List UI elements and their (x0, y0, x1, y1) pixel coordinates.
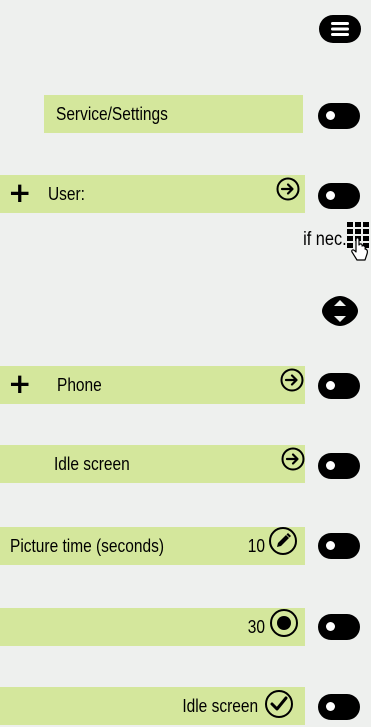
plus-icon: + (8, 176, 32, 209)
radio-selected-icon (269, 608, 299, 643)
idle-screen-softkey[interactable] (318, 453, 360, 479)
service-settings-label: Service/Settings (56, 103, 168, 124)
pencil-circle-icon (268, 526, 298, 561)
picture-time-softkey[interactable] (318, 533, 360, 559)
user-item[interactable]: + User: (0, 175, 305, 213)
picture-time-value: 10 (247, 536, 265, 556)
phone-item[interactable]: + Phone (0, 366, 305, 404)
menu-key-icon[interactable] (319, 15, 361, 43)
service-settings-item[interactable]: Service/Settings (44, 95, 303, 133)
navigation-key-icon[interactable] (320, 294, 360, 333)
user-softkey[interactable] (318, 183, 360, 209)
plus-icon: + (8, 367, 32, 400)
phone-label: Phone (57, 374, 102, 395)
picture-time-label: Picture time (seconds) (10, 535, 164, 556)
idle-screen-label: Idle screen (54, 453, 130, 474)
if-nec-label: if nec. (303, 229, 347, 250)
idle-screen-confirm-softkey[interactable] (318, 694, 360, 720)
option-30-value: 30 (247, 617, 265, 637)
option-30-softkey[interactable] (318, 614, 360, 640)
arrow-right-circle-icon (280, 368, 304, 397)
arrow-right-circle-icon (276, 177, 300, 206)
idle-screen-confirm-label: Idle screen (182, 696, 258, 716)
arrow-right-circle-icon (281, 447, 305, 476)
service-settings-softkey[interactable] (318, 103, 360, 129)
idle-screen-item[interactable]: Idle screen (0, 445, 305, 483)
check-circle-icon (264, 689, 294, 724)
phone-softkey[interactable] (318, 373, 360, 399)
user-label: User: (48, 183, 85, 204)
keypad-icon (347, 222, 371, 267)
